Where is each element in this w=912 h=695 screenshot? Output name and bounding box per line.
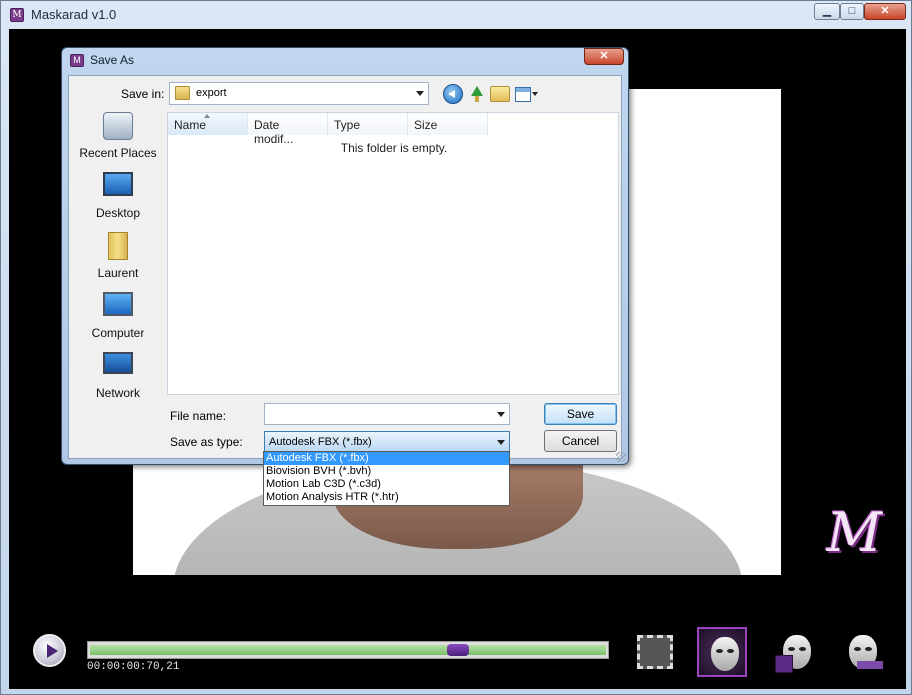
place-network[interactable]: Network: [73, 352, 163, 408]
dialog-close-button[interactable]: ✕: [584, 48, 624, 65]
maskarad-app-icon: M: [10, 8, 24, 22]
place-label: Computer: [91, 326, 145, 340]
mask-tool-button[interactable]: [697, 627, 747, 677]
chevron-down-icon: [416, 91, 424, 96]
column-header-date[interactable]: Date modif...: [248, 113, 328, 146]
recent-places-icon: [103, 112, 133, 140]
computer-icon: [103, 292, 133, 316]
floppy-disk-icon: [775, 655, 793, 673]
new-folder-icon[interactable]: [490, 86, 510, 102]
place-computer[interactable]: Computer: [73, 292, 163, 348]
play-button[interactable]: [33, 634, 66, 667]
column-header-type[interactable]: Type: [328, 113, 408, 135]
file-name-input[interactable]: [264, 403, 510, 425]
place-laurent[interactable]: Laurent: [73, 232, 163, 288]
empty-folder-message: This folder is empty.: [340, 141, 448, 155]
type-option[interactable]: Motion Analysis HTR (*.htr): [264, 491, 509, 504]
network-icon: [103, 352, 133, 374]
user-folder-icon: [108, 232, 128, 260]
file-list[interactable]: Name Date modif... Type Size This folder…: [167, 112, 619, 395]
dialog-body: Save in: export Recent Places Desktop La…: [68, 75, 622, 459]
save-as-dialog: M Save As ✕ Save in: export Recent Place…: [61, 47, 629, 465]
type-option[interactable]: Motion Lab C3D (*.c3d): [264, 478, 509, 491]
cancel-button[interactable]: Cancel: [544, 430, 617, 452]
export-masks-button[interactable]: [837, 627, 887, 677]
mask-icon: [711, 637, 739, 671]
column-header-label: Name: [174, 118, 207, 132]
sort-up-icon: [204, 114, 210, 118]
video-tool-button[interactable]: [629, 627, 679, 677]
places-bar: Recent Places Desktop Laurent Computer N…: [73, 112, 163, 400]
place-label: Recent Places: [79, 146, 157, 160]
dialog-title: Save As: [90, 53, 135, 67]
save-mask-button[interactable]: [771, 627, 821, 677]
app-title: Maskarad v1.0: [31, 7, 117, 22]
type-option[interactable]: Autodesk FBX (*.fbx): [264, 452, 509, 465]
minimize-button[interactable]: ▁: [814, 3, 840, 20]
save-as-type-value: Autodesk FBX (*.fbx): [269, 436, 372, 448]
timeline-slider[interactable]: [87, 641, 609, 659]
place-label: Desktop: [95, 206, 141, 220]
type-option[interactable]: Biovision BVH (*.bvh): [264, 465, 509, 478]
timecode: 00:00:00:70,21: [87, 661, 180, 673]
dialog-app-icon: M: [70, 54, 84, 67]
place-recent-places[interactable]: Recent Places: [73, 112, 163, 168]
app-titlebar[interactable]: M Maskarad v1.0 ▁ □ ✕: [1, 1, 911, 29]
place-desktop[interactable]: Desktop: [73, 172, 163, 228]
up-folder-icon[interactable]: [467, 84, 487, 104]
back-icon[interactable]: [443, 84, 463, 104]
desktop-icon: [103, 172, 133, 196]
chevron-down-icon[interactable]: [497, 412, 505, 417]
timeline-fill: [90, 645, 606, 655]
timeline-knob[interactable]: [446, 644, 469, 656]
save-as-type-label: Save as type:: [170, 435, 243, 449]
column-header-size[interactable]: Size: [408, 113, 488, 135]
chevron-down-icon: [497, 440, 505, 445]
resize-grip-icon[interactable]: [616, 452, 626, 462]
view-menu-icon[interactable]: [515, 84, 539, 104]
place-label: Laurent: [97, 266, 139, 280]
column-header-name[interactable]: Name: [168, 113, 248, 135]
export-arrow-icon: [857, 661, 883, 669]
maximize-button[interactable]: □: [840, 3, 864, 20]
save-in-value: export: [196, 87, 227, 99]
close-button[interactable]: ✕: [864, 3, 906, 20]
save-as-type-select[interactable]: Autodesk FBX (*.fbx): [264, 431, 510, 453]
maskarad-logo: M: [826, 501, 882, 564]
save-in-dropdown[interactable]: export: [169, 82, 429, 105]
save-in-label: Save in:: [121, 87, 165, 101]
film-strip-icon: [637, 635, 673, 669]
place-label: Network: [95, 386, 140, 400]
folder-icon: [175, 86, 190, 100]
save-button[interactable]: Save: [544, 403, 617, 425]
save-as-type-dropdown-list: Autodesk FBX (*.fbx) Biovision BVH (*.bv…: [263, 451, 510, 506]
file-name-label: File name:: [170, 409, 227, 423]
